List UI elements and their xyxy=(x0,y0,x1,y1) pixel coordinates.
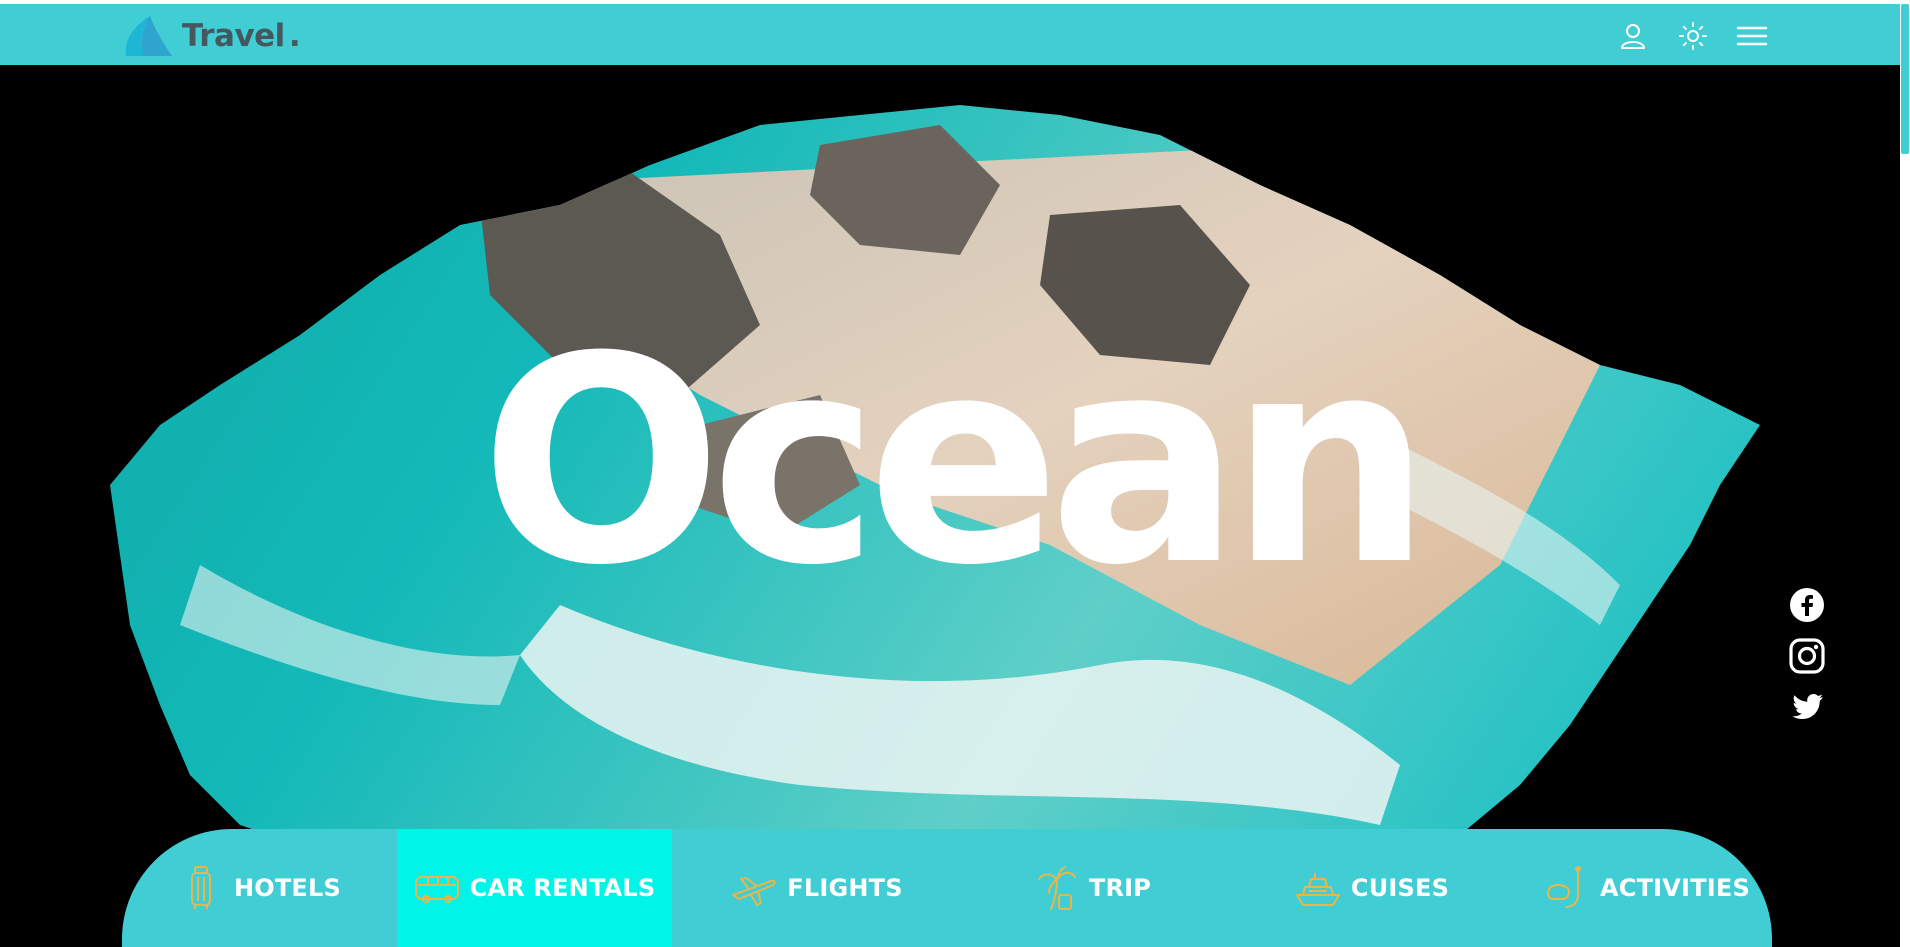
sail-logo-icon xyxy=(125,16,172,56)
twitter-icon[interactable] xyxy=(1788,688,1826,726)
snorkel-icon xyxy=(1546,866,1581,908)
brand-name: Travel xyxy=(182,18,285,54)
palm-tree-icon xyxy=(1037,866,1076,910)
nav-label: ACTIVITIES xyxy=(1600,874,1750,902)
nav-label: FLIGHTS xyxy=(787,874,903,902)
brand-logo[interactable]: Travel . xyxy=(120,14,301,58)
user-icon[interactable] xyxy=(1618,21,1648,51)
nav-label: HOTELS xyxy=(233,874,342,902)
hero-title: Ocean xyxy=(480,296,1432,628)
category-nav: HOTELS CAR RENTALS FLIGHTS TRIP CUISES A… xyxy=(122,829,1772,947)
nav-item-cuises[interactable]: CUISES xyxy=(1222,829,1522,947)
luggage-icon xyxy=(190,866,211,909)
scrollbar-thumb[interactable] xyxy=(1901,4,1909,154)
nav-item-hotels[interactable]: HOTELS xyxy=(122,829,397,947)
nav-item-activities[interactable]: ACTIVITIES xyxy=(1522,829,1772,947)
nav-label: CAR RENTALS xyxy=(469,874,656,902)
nav-item-car-rentals[interactable]: CAR RENTALS xyxy=(397,829,672,947)
nav-item-trip[interactable]: TRIP xyxy=(962,829,1222,947)
instagram-icon[interactable] xyxy=(1788,637,1826,675)
sun-icon[interactable] xyxy=(1678,21,1708,51)
menu-icon[interactable] xyxy=(1736,21,1768,51)
nav-label: CUISES xyxy=(1350,874,1450,902)
nav-item-flights[interactable]: FLIGHTS xyxy=(672,829,962,947)
hero-section: Ocean xyxy=(0,65,1900,947)
facebook-icon[interactable] xyxy=(1788,586,1826,624)
brand-dot: . xyxy=(288,18,301,54)
plane-icon xyxy=(732,877,776,906)
nav-label: TRIP xyxy=(1088,874,1152,902)
bus-icon xyxy=(414,876,459,903)
ship-icon xyxy=(1295,873,1340,906)
top-header: Travel . xyxy=(0,4,1900,65)
